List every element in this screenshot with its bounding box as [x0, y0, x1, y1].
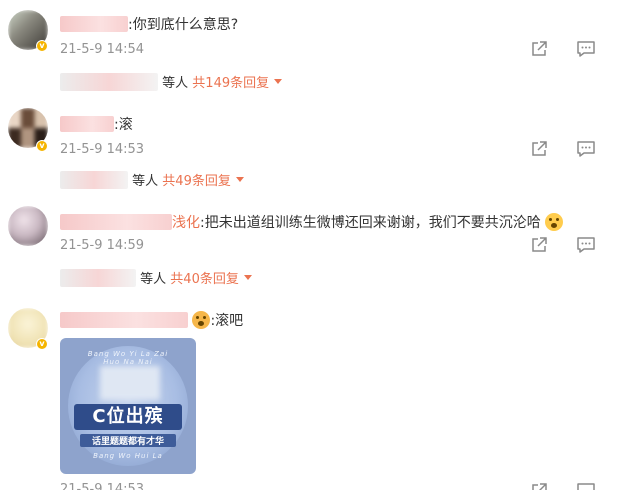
timestamp: 21-5-9 14:59 — [60, 238, 145, 253]
reply-summary[interactable]: 等人 共40条回复 — [60, 268, 253, 287]
caret-down-icon — [274, 79, 283, 84]
share-icon[interactable] — [530, 482, 548, 490]
comment-icon[interactable] — [576, 140, 596, 158]
comment-actions — [530, 40, 610, 60]
sticker-photo — [100, 366, 160, 400]
sticker-subtitle: 话里题题都有才华 — [80, 434, 176, 447]
comment-line: :滚 — [60, 114, 133, 134]
username[interactable] — [60, 214, 172, 230]
timestamp: 21-5-9 14:54 — [60, 42, 145, 57]
view-replies-link[interactable]: 共49条回复 — [162, 174, 231, 189]
reply-summary[interactable]: 等人 共49条回复 — [60, 170, 245, 189]
comment-icon[interactable] — [576, 236, 596, 254]
caret-down-icon — [235, 177, 244, 182]
username[interactable] — [60, 312, 188, 328]
comment-actions — [530, 140, 610, 160]
username[interactable] — [60, 116, 114, 132]
reply-others: 等人 — [132, 174, 159, 189]
comment-text: :你到底什么意思? — [128, 17, 239, 33]
reply-others: 等人 — [140, 272, 167, 287]
reply-summary[interactable]: 等人 共149条回复 — [60, 72, 283, 91]
comment-actions — [530, 482, 610, 490]
comment-text: :把未出道组训练生微博还回来谢谢，我们不要共沉沦哈 — [200, 215, 541, 231]
username[interactable] — [60, 16, 128, 32]
reply-users — [60, 73, 158, 91]
comment-sticker-image[interactable]: Bang Wo Yi La Zai Huo Na Nai C位出殡 话里题题都有… — [60, 338, 196, 474]
comment-text: :滚 — [114, 117, 133, 133]
verified-badge-icon: v — [36, 40, 48, 52]
share-icon[interactable] — [530, 40, 548, 58]
share-icon[interactable] — [530, 236, 548, 254]
reply-users — [60, 269, 136, 287]
comment-icon[interactable] — [576, 40, 596, 58]
view-replies-link[interactable]: 共149条回复 — [192, 76, 269, 91]
reply-others: 等人 — [162, 76, 189, 91]
verified-badge-icon: v — [36, 140, 48, 152]
comment-line: 浅化:把未出道组训练生微博还回来谢谢，我们不要共沉沦哈 — [60, 212, 564, 232]
reply-users — [60, 171, 128, 189]
comment-text: :滚吧 — [210, 313, 244, 329]
comment-actions — [530, 236, 610, 256]
emoji-icon — [545, 213, 564, 231]
timestamp: 21-5-9 14:53 — [60, 142, 145, 157]
view-replies-link[interactable]: 共40条回复 — [170, 272, 239, 287]
comment-icon[interactable] — [576, 482, 596, 490]
username-fragment[interactable]: 浅化 — [172, 215, 200, 231]
sticker-ring-text: Bang Wo Yi La Zai Huo Na Nai — [87, 350, 169, 366]
avatar[interactable] — [8, 206, 48, 246]
sticker-ring-text: Bang Wo Hui La — [93, 452, 163, 460]
comment-line: :你到底什么意思? — [60, 14, 238, 34]
crown-emoji-icon — [192, 311, 211, 329]
share-icon[interactable] — [530, 140, 548, 158]
timestamp: 21-5-9 14:53 — [60, 482, 145, 490]
comment-line: :滚吧 — [60, 310, 243, 330]
sticker-title: C位出殡 — [74, 404, 182, 430]
caret-down-icon — [243, 275, 252, 280]
verified-badge-icon: v — [36, 338, 48, 350]
